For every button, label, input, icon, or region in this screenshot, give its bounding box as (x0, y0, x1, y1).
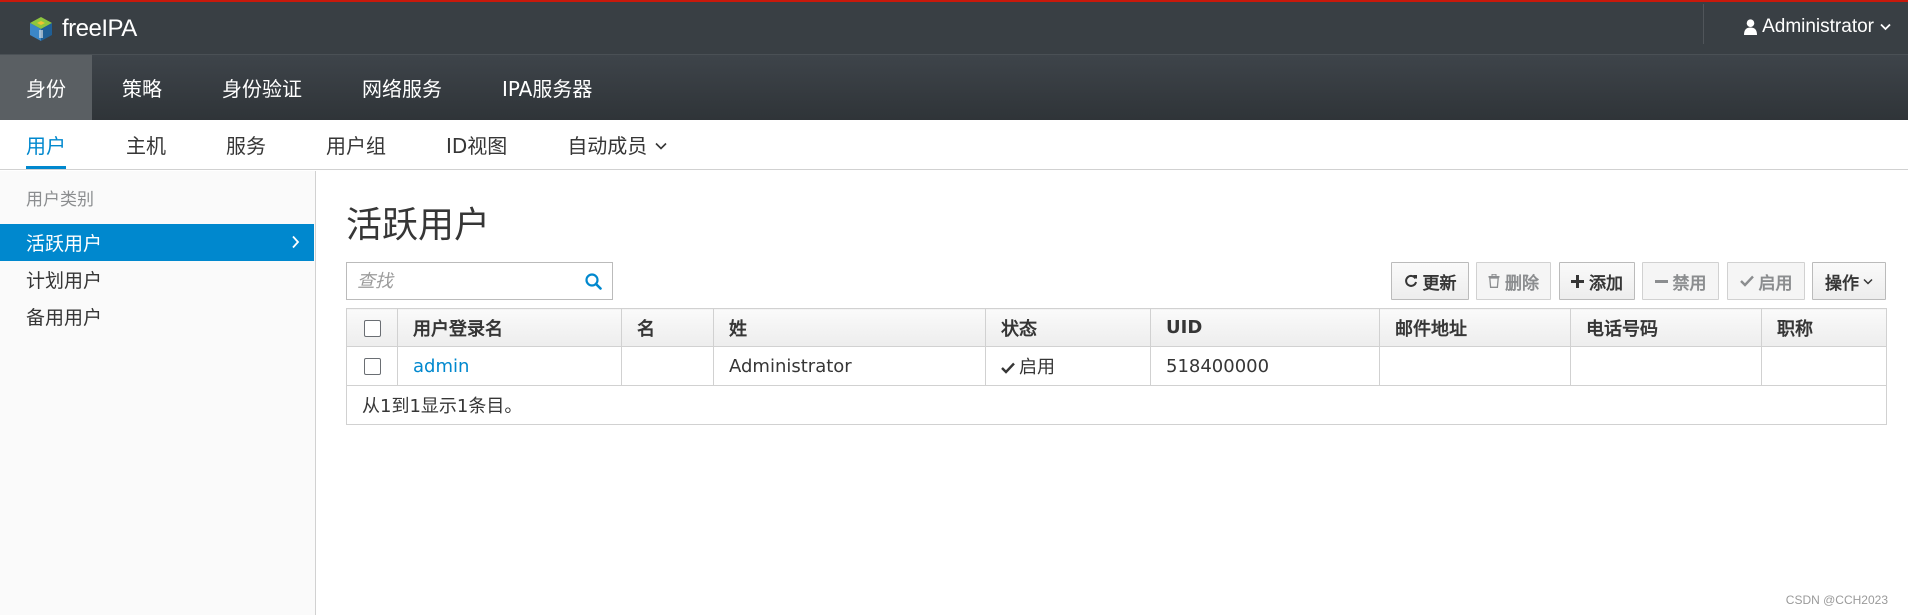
user-login-link[interactable]: admin (413, 356, 469, 377)
masthead-divider (1703, 4, 1704, 44)
page-title: 活跃用户 (346, 205, 491, 246)
tab-hosts[interactable]: 主机 (126, 120, 166, 169)
chevron-down-icon (1863, 278, 1873, 285)
freeipa-logo-icon (30, 17, 52, 41)
tab-user-groups[interactable]: 用户组 (326, 120, 386, 169)
watermark: CSDN @CCH2023 (1785, 593, 1888, 607)
tab-services-label: 服务 (226, 134, 266, 158)
nav-policy[interactable]: 策略 (92, 55, 192, 120)
check-icon (1001, 362, 1015, 374)
tab-user-groups-label: 用户组 (326, 134, 386, 158)
sidebar: 用户类别 活跃用户 计划用户 备用用户 (0, 171, 316, 615)
tab-automember-label: 自动成员 (567, 134, 648, 158)
delete-button-label: 删除 (1505, 273, 1539, 294)
row-select-cell (346, 346, 398, 386)
tab-services[interactable]: 服务 (226, 120, 266, 169)
tab-id-views[interactable]: ID视图 (446, 120, 507, 169)
brand-name: freeIPA (62, 15, 137, 42)
status-label: 启用 (1019, 357, 1055, 378)
trash-icon (1488, 274, 1500, 288)
cell-first-name (621, 346, 714, 386)
add-button[interactable]: 添加 (1559, 262, 1635, 300)
tab-users[interactable]: 用户 (26, 120, 66, 169)
search-input[interactable] (347, 264, 567, 298)
pagination-summary: 从1到1显示1条目。 (346, 385, 1887, 425)
users-table: 用户登录名 名 姓 状态 UID 邮件地址 电话号码 职称 admin Admi… (346, 308, 1887, 425)
tab-automember[interactable]: 自动成员 (567, 120, 667, 169)
sidebar-item-preserved-users[interactable]: 备用用户 (0, 298, 314, 335)
column-header-first-name[interactable]: 名 (621, 308, 714, 347)
enable-button[interactable]: 启用 (1727, 262, 1805, 300)
disable-button[interactable]: 禁用 (1642, 262, 1719, 300)
nav-authentication[interactable]: 身份验证 (192, 55, 332, 120)
minus-icon (1654, 279, 1668, 283)
masthead: freeIPA Administrator (0, 0, 1908, 54)
row-checkbox[interactable] (363, 358, 381, 375)
table-header-row: 用户登录名 名 姓 状态 UID 邮件地址 电话号码 职称 (346, 308, 1887, 347)
actions-button[interactable]: 操作 (1812, 262, 1886, 300)
sidebar-item-stage-users[interactable]: 计划用户 (0, 261, 314, 298)
cell-uid: 518400000 (1150, 346, 1380, 386)
cell-login: admin (397, 346, 622, 386)
actions-button-label: 操作 (1825, 273, 1859, 294)
refresh-button[interactable]: 更新 (1391, 262, 1469, 300)
sidebar-item-label: 活跃用户 (26, 233, 103, 255)
nav-ipa-server[interactable]: IPA服务器 (472, 55, 622, 120)
column-header-uid[interactable]: UID (1150, 308, 1380, 347)
tab-hosts-label: 主机 (126, 134, 166, 158)
cell-status: 启用 (985, 346, 1151, 386)
delete-button[interactable]: 删除 (1476, 262, 1551, 300)
column-header-login[interactable]: 用户登录名 (397, 308, 622, 347)
secondary-nav: 用户 主机 服务 用户组 ID视图 自动成员 (0, 120, 1908, 170)
tab-users-label: 用户 (26, 134, 66, 158)
check-icon (1739, 275, 1754, 287)
plus-icon (1571, 274, 1584, 288)
user-icon (1744, 19, 1758, 35)
column-header-job-title[interactable]: 职称 (1761, 308, 1887, 347)
column-header-status[interactable]: 状态 (985, 308, 1151, 347)
cell-job-title (1761, 346, 1887, 386)
chevron-down-icon (655, 142, 667, 150)
select-all-cell (346, 308, 398, 347)
add-button-label: 添加 (1589, 273, 1623, 294)
cell-last-name: Administrator (713, 346, 986, 386)
chevron-right-icon (292, 235, 300, 249)
user-menu-label: Administrator (1762, 16, 1874, 37)
enable-button-label: 启用 (1758, 273, 1793, 294)
search-icon[interactable] (585, 273, 602, 290)
user-menu[interactable]: Administrator (1744, 12, 1896, 42)
column-header-phone[interactable]: 电话号码 (1570, 308, 1762, 347)
cell-phone (1570, 346, 1762, 386)
refresh-button-label: 更新 (1422, 273, 1457, 294)
search-box (346, 262, 613, 300)
select-all-checkbox[interactable] (363, 319, 381, 337)
nav-identity[interactable]: 身份 (0, 55, 92, 120)
sidebar-heading: 用户类别 (26, 190, 94, 210)
chevron-down-icon (1880, 23, 1891, 31)
primary-nav: 身份 策略 身份验证 网络服务 IPA服务器 (0, 54, 1908, 120)
table-footer-row: 从1到1显示1条目。 (346, 385, 1887, 425)
brand[interactable]: freeIPA (28, 13, 137, 45)
sidebar-item-active-users[interactable]: 活跃用户 (0, 224, 314, 261)
column-header-last-name[interactable]: 姓 (713, 308, 986, 347)
tab-id-views-label: ID视图 (446, 134, 508, 158)
nav-network-services[interactable]: 网络服务 (332, 55, 472, 120)
disable-button-label: 禁用 (1672, 273, 1707, 294)
sidebar-item-label: 计划用户 (26, 270, 103, 292)
sidebar-item-label: 备用用户 (26, 307, 103, 329)
column-header-email[interactable]: 邮件地址 (1379, 308, 1571, 347)
table-row: admin Administrator 启用 518400000 (346, 346, 1887, 386)
refresh-icon (1404, 274, 1417, 287)
cell-email (1379, 346, 1571, 386)
